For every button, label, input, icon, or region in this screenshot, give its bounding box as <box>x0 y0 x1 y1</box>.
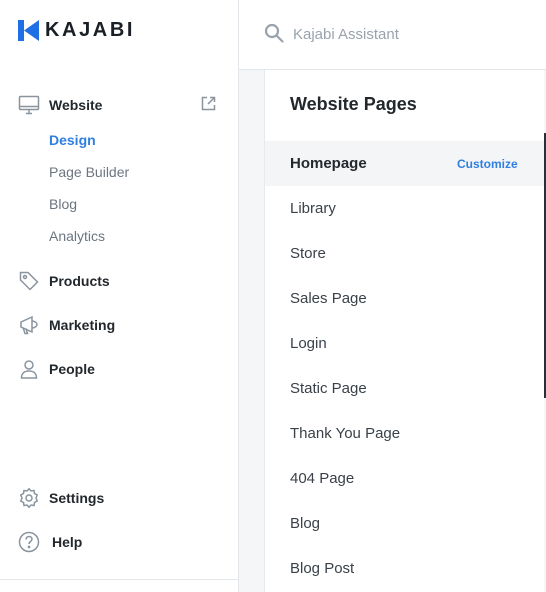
gear-icon <box>18 487 40 509</box>
panel-title: Website Pages <box>290 94 417 114</box>
sidebar-divider <box>0 579 239 580</box>
sidebar-subitem-design[interactable]: Design <box>49 132 96 148</box>
question-icon <box>18 531 40 553</box>
sidebar-item-settings[interactable]: Settings <box>18 487 104 509</box>
sidebar-item-label: Settings <box>49 490 105 506</box>
page-label: Blog <box>290 515 321 532</box>
sidebar-item-website[interactable]: Website <box>18 94 102 116</box>
sidebar: KAJABI Website Design Page Builder Blog … <box>0 0 239 592</box>
page-row-login[interactable]: Login <box>265 321 544 366</box>
page-label: Store <box>290 245 326 262</box>
sidebar-subitem-page-builder[interactable]: Page Builder <box>49 164 129 180</box>
search-bar <box>239 0 546 70</box>
customize-button[interactable]: Customize <box>457 157 518 171</box>
monitor-icon <box>18 94 40 116</box>
sidebar-item-label: Website <box>49 97 103 113</box>
page-row-404-page[interactable]: 404 Page <box>265 456 544 501</box>
user-icon <box>18 358 40 380</box>
page-row-blog[interactable]: Blog <box>265 501 544 546</box>
website-pages-panel: Website Pages Homepage Customize Library… <box>264 70 544 592</box>
page-row-blog-post[interactable]: Blog Post <box>265 546 544 591</box>
search-icon[interactable] <box>263 22 285 44</box>
sidebar-subitem-blog[interactable]: Blog <box>49 196 77 212</box>
sidebar-item-label: Help <box>52 534 83 550</box>
page-label: Thank You Page <box>290 425 401 442</box>
megaphone-icon <box>18 314 40 336</box>
sidebar-item-marketing[interactable]: Marketing <box>18 314 115 336</box>
page-row-library[interactable]: Library <box>265 186 544 231</box>
kajabi-logo-icon <box>18 19 39 41</box>
page-row-sales-page[interactable]: Sales Page <box>265 276 544 321</box>
tag-icon <box>18 270 40 292</box>
page-label: 404 Page <box>290 470 355 487</box>
sidebar-item-label: Products <box>49 273 110 289</box>
sidebar-item-label: Marketing <box>49 317 116 333</box>
page-row-homepage[interactable]: Homepage Customize <box>265 141 544 186</box>
sidebar-item-help[interactable]: Help <box>18 531 82 553</box>
page-label: Blog Post <box>290 560 355 577</box>
kajabi-logo[interactable]: KAJABI <box>18 19 135 41</box>
page-row-thank-you-page[interactable]: Thank You Page <box>265 411 544 456</box>
sidebar-item-people[interactable]: People <box>18 358 95 380</box>
brand-name: KAJABI <box>45 18 136 41</box>
page-label: Library <box>290 200 336 217</box>
sidebar-item-products[interactable]: Products <box>18 270 110 292</box>
page-label: Homepage <box>290 155 367 172</box>
search-input[interactable] <box>293 22 533 46</box>
external-link-icon[interactable] <box>200 95 217 112</box>
page-row-static-page[interactable]: Static Page <box>265 366 544 411</box>
page-label: Sales Page <box>290 290 367 307</box>
page-label: Static Page <box>290 380 367 397</box>
page-label: Login <box>290 335 327 352</box>
page-row-store[interactable]: Store <box>265 231 544 276</box>
sidebar-item-label: People <box>49 361 95 377</box>
sidebar-subitem-analytics[interactable]: Analytics <box>49 228 105 244</box>
